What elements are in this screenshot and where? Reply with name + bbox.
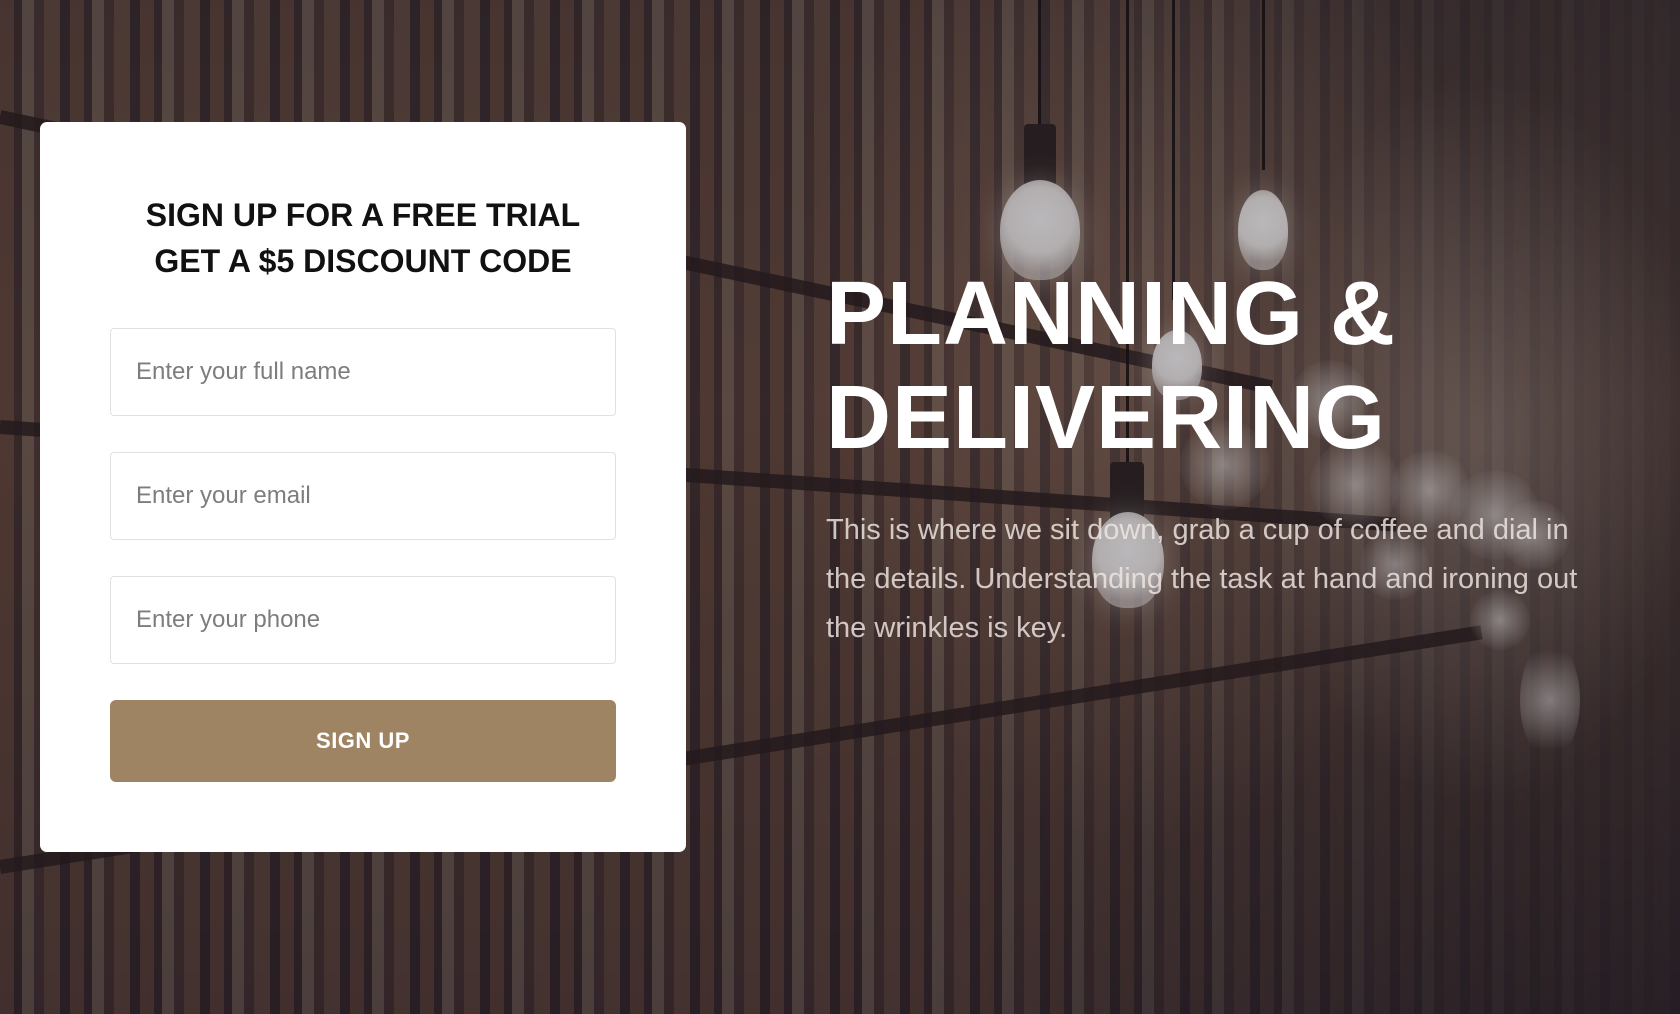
sign-up-button[interactable]: SIGN UP (110, 700, 616, 782)
phone-input[interactable] (110, 576, 616, 664)
signup-card: SIGN UP FOR A FREE TRIAL GET A $5 DISCOU… (40, 122, 686, 852)
hero-title-line2: DELIVERING (826, 368, 1387, 468)
email-input[interactable] (110, 452, 616, 540)
signup-title-line2: GET A $5 DISCOUNT CODE (154, 243, 572, 279)
signup-title-line1: SIGN UP FOR A FREE TRIAL (145, 197, 581, 233)
signup-title: SIGN UP FOR A FREE TRIAL GET A $5 DISCOU… (40, 192, 686, 284)
hero-description: This is where we sit down, grab a cup of… (826, 514, 1578, 644)
full-name-input[interactable] (110, 328, 616, 416)
hero-title-line1: PLANNING & (826, 264, 1396, 364)
hero-title: PLANNING & DELIVERING (826, 262, 1396, 470)
